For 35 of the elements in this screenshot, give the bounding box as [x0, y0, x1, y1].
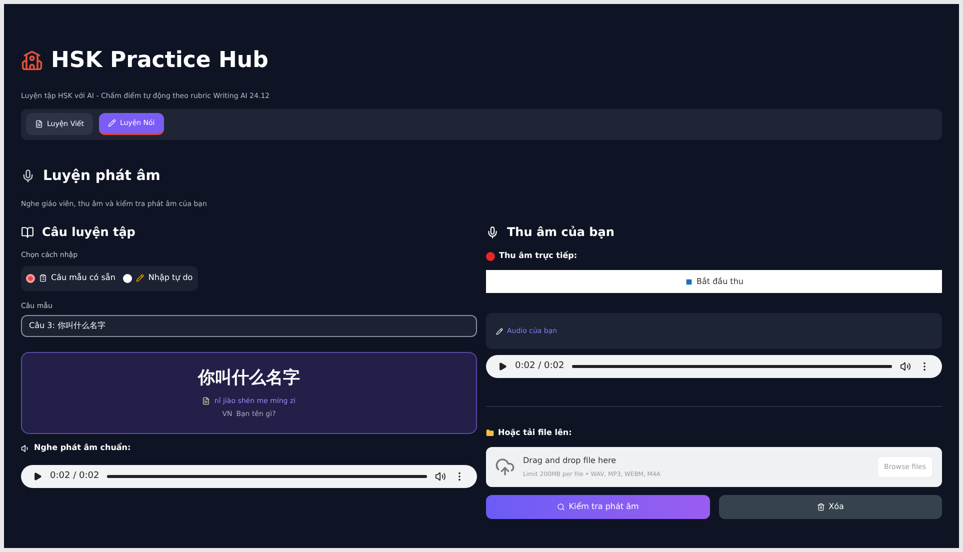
search-icon [556, 503, 565, 511]
pencil-icon [108, 119, 116, 127]
school-icon [21, 50, 43, 72]
volume-icon[interactable] [435, 471, 446, 482]
column-title: Thu âm của bạn [507, 224, 614, 241]
section-title: Luyện phát âm [43, 166, 160, 186]
stop-square-icon [684, 278, 693, 286]
radio-option[interactable]: Nhập tự do [123, 272, 193, 284]
volume-icon[interactable] [900, 361, 911, 372]
audio-time: 0:02 / 0:02 [515, 360, 564, 373]
dropzone-title: Drag and drop file here [523, 455, 618, 467]
hanzi-text: 你叫什么名字 [198, 367, 300, 390]
audio-time: 0:02 / 0:02 [50, 470, 100, 483]
radio-option[interactable]: Câu mẫu có sẵn [26, 272, 116, 284]
cloud-upload-icon [495, 457, 515, 477]
folder-icon [486, 429, 494, 437]
record-button[interactable]: Bắt đầu thu [486, 270, 942, 293]
document-icon [35, 120, 43, 128]
sample-select[interactable]: Câu 3: 你叫什么名字 [21, 315, 477, 337]
audio-player[interactable]: 0:02 / 0:02 [486, 355, 942, 378]
play-icon[interactable] [498, 362, 507, 371]
trash-icon [816, 503, 825, 511]
upload-label: Hoặc tải file lên: [498, 427, 572, 439]
app-title: HSK Practice Hub [51, 47, 268, 75]
delete-button[interactable]: Xóa [718, 495, 942, 519]
note-icon [202, 397, 210, 405]
listen-label: Nghe phát âm chuẩn: [34, 442, 131, 454]
audio-player[interactable]: 0:02 / 0:02 [21, 465, 477, 488]
play-icon[interactable] [33, 472, 42, 481]
book-icon [21, 226, 34, 238]
speaker-icon [21, 444, 30, 452]
live-record-label: Thu âm trực tiếp: [499, 250, 578, 262]
check-pronunciation-button[interactable]: Kiểm tra phát âm [486, 495, 710, 519]
clipboard-icon [39, 274, 47, 282]
column-title: Câu luyện tập [42, 224, 136, 241]
